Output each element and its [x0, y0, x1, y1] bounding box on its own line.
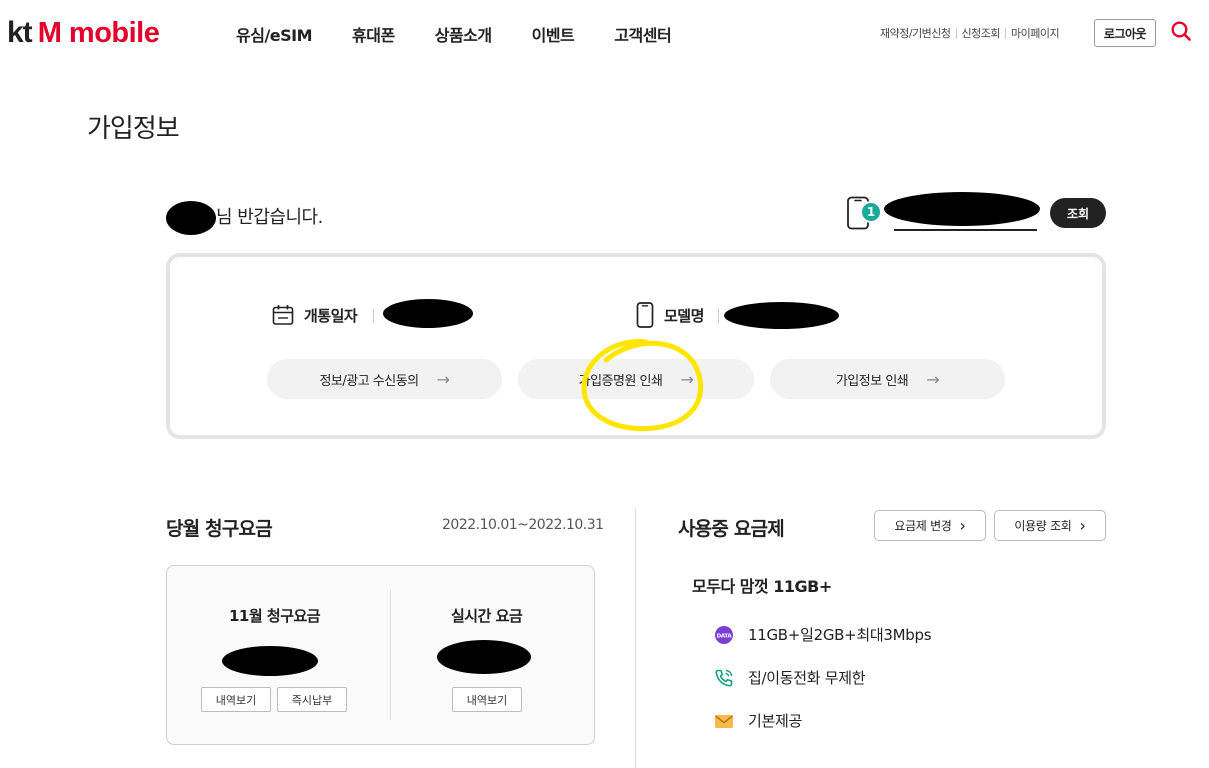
plan-feature-sms: 기본제공: [714, 710, 802, 731]
redacted-model-name: [724, 302, 839, 329]
nav-events[interactable]: 이벤트: [532, 22, 575, 46]
plan-section-title: 사용중 요금제: [678, 518, 785, 540]
billing-card-divider: [390, 590, 391, 720]
change-plan-button[interactable]: 요금제 변경 ›: [874, 510, 986, 541]
line-count-badge: 1: [860, 201, 882, 223]
arrow-right-icon: →: [926, 369, 940, 389]
utility-links: 재약정/기변신청 신청조회 마이페이지: [880, 25, 1060, 41]
phone-number-underline: [894, 229, 1037, 231]
util-renewal-link[interactable]: 재약정/기변신청: [880, 25, 951, 41]
nav-phone[interactable]: 휴대폰: [352, 22, 395, 46]
open-date-label: 개통일자: [304, 307, 358, 325]
model-label: 모델명: [664, 307, 704, 325]
svg-text:DATA: DATA: [717, 633, 733, 639]
plan-feature-sms-text: 기본제공: [748, 712, 803, 730]
kt-m-mobile-logo[interactable]: kt M mobile: [7, 16, 160, 49]
label-separator: [718, 309, 719, 323]
logo-mmobile-text: M mobile: [37, 17, 160, 49]
chevron-right-icon: ›: [959, 516, 966, 535]
envelope-icon: [714, 711, 734, 731]
util-separator: [955, 27, 957, 39]
util-mypage-link[interactable]: 마이페이지: [1011, 25, 1060, 41]
redacted-user-name: [166, 201, 216, 235]
redacted-open-date: [383, 299, 473, 328]
page-title: 가입정보: [87, 114, 180, 144]
column-divider: [635, 509, 636, 768]
plan-feature-data: DATA 11GB+일2GB+최대3Mbps: [714, 624, 932, 645]
phone-call-icon: [714, 668, 734, 688]
redacted-phone-number[interactable]: [884, 192, 1040, 226]
logo-kt-text: kt: [7, 16, 33, 49]
yellow-highlight-circle: [581, 339, 704, 432]
change-plan-label: 요금제 변경: [894, 519, 952, 533]
billing-section-title: 당월 청구요금: [166, 518, 273, 540]
print-info-label: 가입정보 인쇄: [835, 373, 909, 389]
realtime-history-button[interactable]: 내역보기: [452, 687, 522, 712]
label-separator: [373, 309, 374, 323]
plan-feature-voice-text: 집/이동전화 무제한: [748, 669, 866, 687]
logout-button[interactable]: 로그아웃: [1094, 19, 1156, 47]
usage-lookup-button[interactable]: 이용량 조회 ›: [994, 510, 1106, 541]
util-separator: [1005, 27, 1007, 39]
realtime-fee-label: 실시간 요금: [451, 607, 523, 625]
main-nav: 유심/eSIM 휴대폰 상품소개 이벤트 고객센터: [236, 22, 672, 46]
plan-name: 모두다 맘껏 11GB+: [692, 577, 832, 596]
lookup-button[interactable]: 조회: [1050, 198, 1106, 228]
nav-products[interactable]: 상품소개: [435, 22, 492, 46]
pay-now-button[interactable]: 즉시납부: [277, 687, 347, 712]
marketing-consent-label: 정보/광고 수신동의: [319, 373, 419, 389]
plan-feature-data-text: 11GB+일2GB+최대3Mbps: [748, 626, 932, 644]
monthly-bill-label: 11월 청구요금: [229, 607, 321, 625]
nav-customer-center[interactable]: 고객센터: [614, 22, 671, 46]
plan-feature-voice: 집/이동전화 무제한: [714, 667, 866, 688]
redacted-realtime-fee-amount: [437, 640, 531, 674]
util-application-status-link[interactable]: 신청조회: [962, 25, 1001, 41]
chevron-right-icon: ›: [1079, 516, 1086, 535]
billing-period: 2022.10.01~2022.10.31: [442, 517, 604, 533]
marketing-consent-button[interactable]: 정보/광고 수신동의 →: [267, 359, 502, 399]
print-subscription-info-button[interactable]: 가입정보 인쇄 →: [770, 359, 1005, 399]
mobile-device-icon: [636, 302, 654, 328]
data-icon: DATA: [714, 625, 734, 645]
usage-lookup-label: 이용량 조회: [1014, 519, 1072, 533]
redacted-monthly-bill-amount: [222, 646, 318, 676]
calendar-icon: [272, 304, 294, 326]
search-icon[interactable]: [1170, 20, 1192, 42]
nav-usim-esim[interactable]: 유심/eSIM: [236, 22, 313, 46]
greeting-text: 님 반갑습니다.: [216, 207, 323, 228]
monthly-history-button[interactable]: 내역보기: [201, 687, 271, 712]
arrow-right-icon: →: [436, 369, 450, 389]
